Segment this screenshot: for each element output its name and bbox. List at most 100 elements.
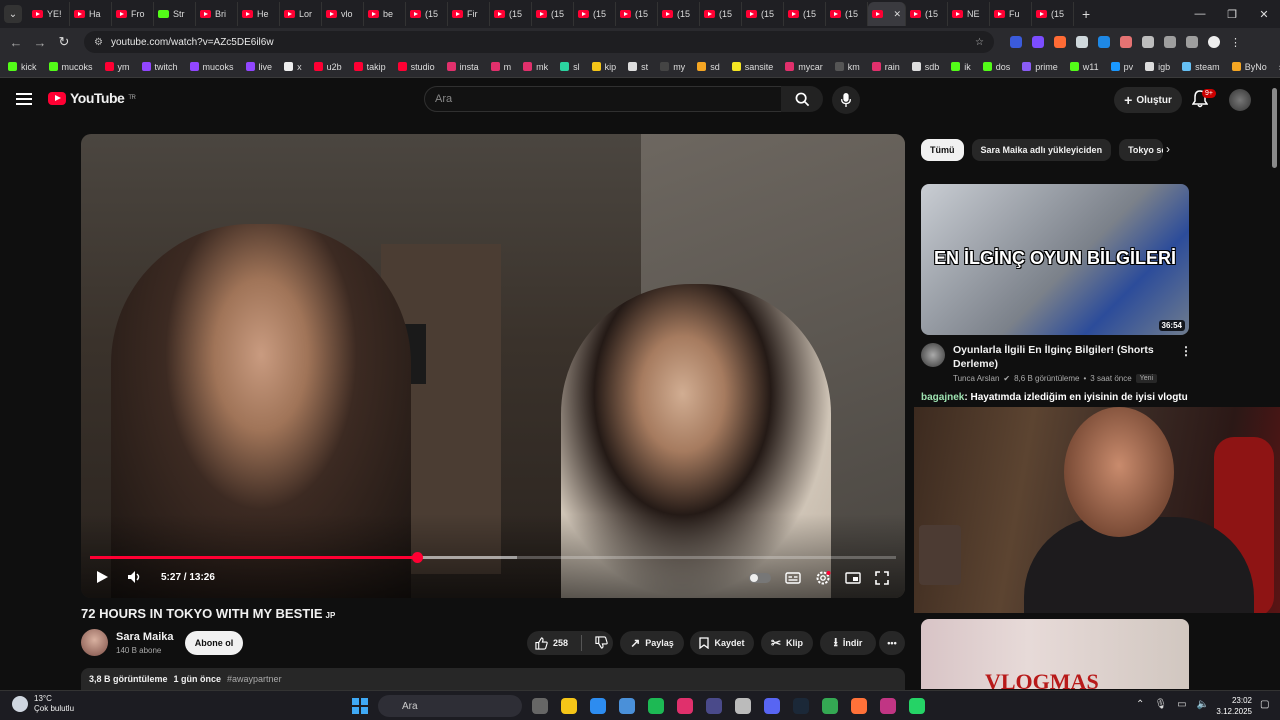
hashtag-link[interactable]: #awaypartner [227, 674, 282, 684]
browser-tab[interactable]: (15 [658, 2, 700, 26]
speaker-icon[interactable]: 🔈 [1197, 699, 1209, 710]
menu-dots-icon[interactable]: ⋮ [1230, 36, 1241, 49]
tab-list-button[interactable]: ⌄ [4, 5, 22, 23]
taskbar-app-icon[interactable] [851, 698, 867, 714]
profile-icon[interactable] [1208, 36, 1220, 48]
url-field[interactable]: ⚙ youtube.com/watch?v=AZc5DE6il6w ☆ [84, 31, 994, 53]
create-button[interactable]: + Oluştur [1114, 87, 1182, 113]
video-player[interactable]: 5:27 / 13:26 [81, 134, 905, 598]
taskbar-app-icon[interactable] [764, 698, 780, 714]
puzzle-icon[interactable] [1164, 36, 1176, 48]
chip-related[interactable]: Tokyo se [1119, 139, 1164, 161]
browser-tab[interactable]: Str [154, 2, 196, 26]
chevron-up-icon[interactable]: ⌃ [1136, 699, 1144, 710]
taskbar-app-icon[interactable] [648, 698, 664, 714]
browser-tab[interactable]: (15 [532, 2, 574, 26]
browser-tab[interactable]: He [238, 2, 280, 26]
extension-icon[interactable] [1120, 36, 1132, 48]
browser-tab[interactable]: (15 [490, 2, 532, 26]
bookmark-item[interactable]: ik [951, 62, 971, 72]
more-actions-button[interactable]: ••• [879, 631, 905, 655]
windows-start-icon[interactable] [352, 698, 368, 714]
browser-tab[interactable]: (15 [574, 2, 616, 26]
system-clock[interactable]: 23:02 3.12.2025 [1216, 695, 1252, 717]
bookmark-item[interactable]: steam [1182, 62, 1220, 72]
bookmark-item[interactable]: ByNo [1231, 62, 1267, 72]
bookmark-item[interactable]: x [284, 62, 302, 72]
like-button[interactable]: 258 [535, 636, 568, 650]
browser-tab[interactable]: Ha [70, 2, 112, 26]
bookmark-item[interactable]: u2b [313, 62, 342, 72]
autoplay-toggle[interactable] [749, 573, 771, 583]
bookmark-item[interactable]: my [660, 62, 685, 72]
browser-tab[interactable]: Bri [196, 2, 238, 26]
recommended-thumbnail[interactable]: VLOGMAS [921, 619, 1189, 689]
bookmark-item[interactable]: studio [397, 62, 435, 72]
youtube-logo[interactable]: YouTube TR [48, 90, 136, 106]
play-icon[interactable] [95, 570, 109, 584]
extension-icon[interactable] [1142, 36, 1154, 48]
bookmark-item[interactable]: mucoks [189, 62, 234, 72]
minimize-icon[interactable]: — [1184, 0, 1216, 28]
bookmark-item[interactable]: twitch [141, 62, 178, 72]
subscribe-button[interactable]: Abone ol [185, 631, 243, 655]
more-vertical-icon[interactable]: ⋮ [1180, 344, 1192, 358]
bookmark-item[interactable]: sd [697, 62, 720, 72]
browser-tab[interactable]: (15 [700, 2, 742, 26]
extension-icon[interactable] [1032, 36, 1044, 48]
bookmark-item[interactable]: mycar [785, 62, 823, 72]
browser-tab[interactable]: Fu [990, 2, 1032, 26]
download-button[interactable]: ⭳ İndir [820, 631, 876, 655]
browser-tab[interactable]: (15 [742, 2, 784, 26]
browser-tab-active[interactable]: ✕ [868, 2, 906, 26]
taskbar-app-icon[interactable] [590, 698, 606, 714]
chevron-right-icon[interactable]: › [1166, 142, 1170, 156]
recommended-channel-avatar[interactable] [921, 343, 945, 367]
bookmark-item[interactable]: sansite [731, 62, 773, 72]
bookmark-item[interactable]: km [834, 62, 860, 72]
notification-center-icon[interactable]: ▢ [1260, 699, 1269, 710]
dislike-button[interactable] [595, 635, 608, 651]
taskbar-app-icon[interactable] [909, 698, 925, 714]
bookmark-item[interactable]: dos [982, 62, 1010, 72]
taskbar-app-icon[interactable] [532, 698, 548, 714]
taskbar-search[interactable]: Ara [378, 695, 522, 717]
recommended-title[interactable]: Oyunlarla İlgili En İlginç Bilgiler! (Sh… [953, 343, 1163, 371]
volume-icon[interactable] [127, 570, 143, 584]
bookmark-item[interactable]: pv [1110, 62, 1133, 72]
browser-tab[interactable]: (15 [1032, 2, 1074, 26]
reload-icon[interactable]: ↻ [52, 30, 76, 54]
browser-tab[interactable]: vlo [322, 2, 364, 26]
bookmark-item[interactable]: takip [353, 62, 386, 72]
forward-icon[interactable]: → [28, 30, 52, 54]
extension-icon[interactable] [1098, 36, 1110, 48]
bookmark-item[interactable]: insta [446, 62, 479, 72]
taskbar-app-icon[interactable] [880, 698, 896, 714]
taskbar-app-icon[interactable] [735, 698, 751, 714]
browser-tab[interactable]: (15 [906, 2, 948, 26]
browser-tab[interactable]: (15 [406, 2, 448, 26]
page-scrollbar[interactable] [1270, 88, 1278, 688]
browser-tab[interactable]: (15 [784, 2, 826, 26]
bookmark-item[interactable]: live [245, 62, 272, 72]
clip-button[interactable]: ✂ Klip [761, 631, 813, 655]
extension-icon[interactable] [1076, 36, 1088, 48]
close-tab-icon[interactable]: ✕ [893, 9, 901, 20]
chip-all[interactable]: Tümü [921, 139, 964, 161]
hamburger-menu-icon[interactable] [16, 93, 32, 105]
bookmark-item[interactable]: mk [523, 62, 548, 72]
theater-mode-icon[interactable] [845, 572, 861, 584]
progress-bar[interactable] [90, 552, 896, 563]
microphone-icon[interactable]: 🎙 [1154, 699, 1167, 710]
subtitles-icon[interactable] [785, 572, 801, 584]
new-tab-button[interactable]: + [1082, 6, 1090, 22]
browser-tab[interactable]: YE! [28, 2, 70, 26]
fullscreen-icon[interactable] [875, 571, 889, 585]
site-info-icon[interactable]: ⚙ [94, 37, 103, 48]
browser-tab[interactable]: Lor [280, 2, 322, 26]
close-window-icon[interactable]: ✕ [1248, 0, 1280, 28]
browser-tab[interactable]: Fro [112, 2, 154, 26]
account-avatar[interactable] [1229, 89, 1251, 111]
description-box[interactable]: 3,8 B görüntüleme 1 gün önce #awaypartne… [81, 668, 905, 690]
search-button[interactable] [781, 86, 823, 112]
